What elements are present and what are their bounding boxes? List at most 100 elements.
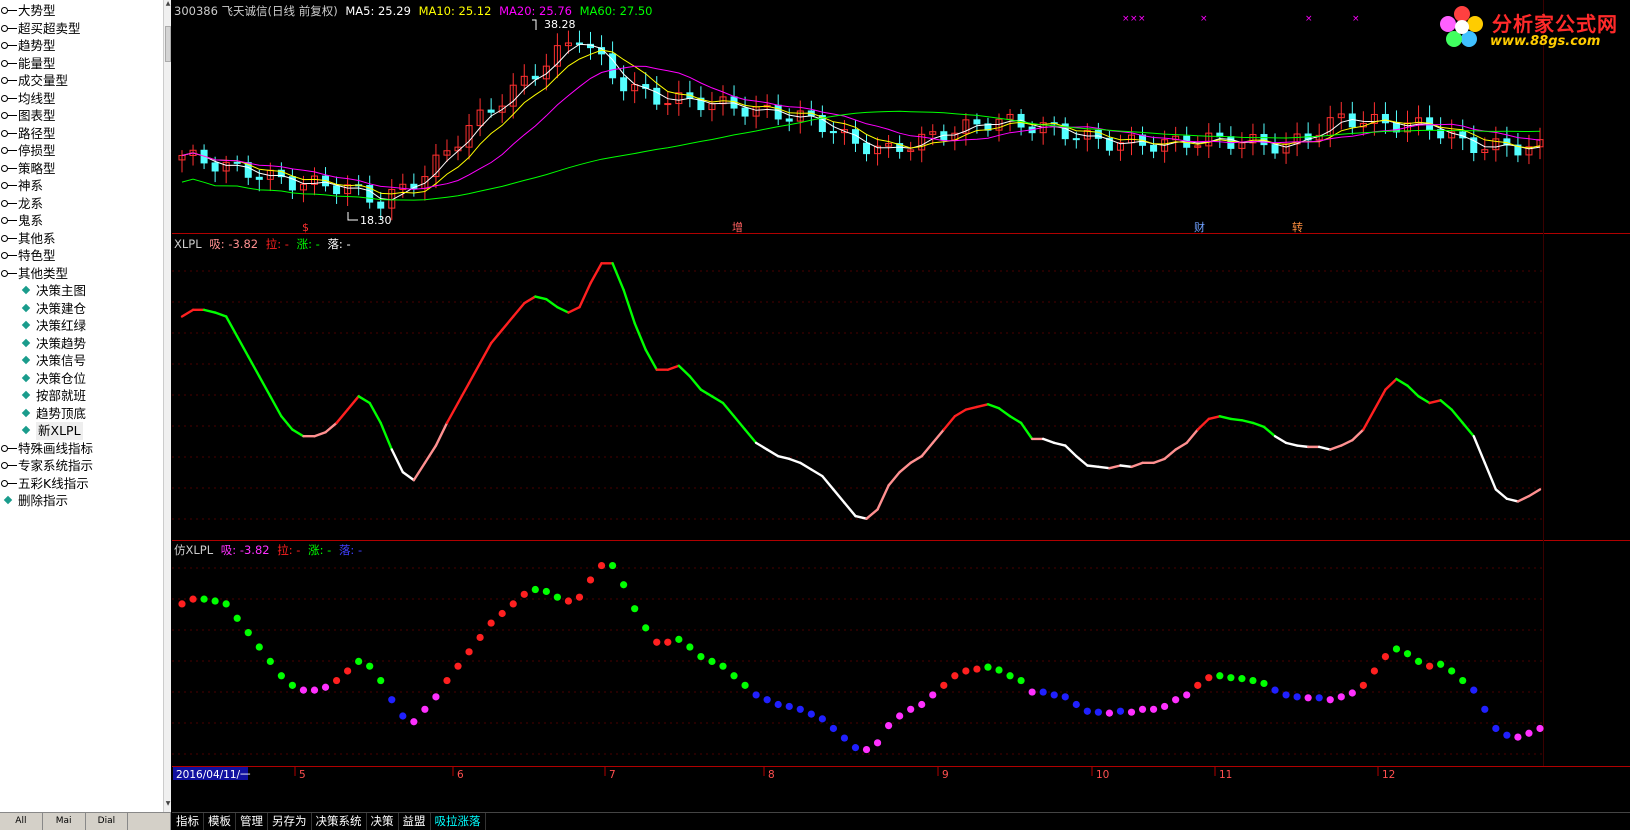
folder-node-icon	[0, 107, 18, 124]
fxlpl-dot	[410, 718, 418, 726]
candle-body	[741, 107, 749, 117]
tree-item-21[interactable]: 决策仓位	[0, 370, 160, 388]
tab-template[interactable]: 模板	[204, 813, 236, 830]
tree-item-9[interactable]: 策略型	[0, 160, 160, 178]
tree-scrollbar[interactable]: ▲ ▼	[163, 0, 171, 812]
tree-item-12[interactable]: 鬼系	[0, 212, 160, 230]
tree-item-label: 能量型	[18, 55, 56, 71]
tree-item-23[interactable]: 趋势顶底	[0, 405, 160, 423]
tree-item-7[interactable]: 路径型	[0, 125, 160, 143]
tree-item-label: 神系	[18, 178, 44, 193]
candle-body	[653, 87, 661, 105]
fxlpl-dot	[1194, 681, 1202, 689]
fxlpl-dot	[1039, 688, 1047, 696]
tree-item-8[interactable]: 停损型	[0, 142, 160, 160]
tree-item-27[interactable]: 五彩K线指示	[0, 475, 160, 493]
chart-area[interactable]: 38.28 18.30 $ 增财转 × × × × × × 2016/04/11/一 5 6 7 8 9 10 1…	[172, 0, 1630, 830]
tree-item-24[interactable]: 新XLPL	[0, 422, 160, 440]
tab-yimeng[interactable]: 益盟	[399, 813, 431, 830]
xlpl-luo: 落: -	[327, 237, 351, 251]
tree-item-1[interactable]: 超买超卖型	[0, 20, 160, 38]
scroll-thumb[interactable]	[165, 26, 171, 62]
xlpl-segment	[258, 375, 272, 398]
tab-decision[interactable]: 决策	[367, 813, 399, 830]
tree-item-5[interactable]: 均线型	[0, 90, 160, 108]
fxlpl-dot	[366, 662, 374, 670]
tree-item-2[interactable]: 趋势型	[0, 37, 160, 55]
fxlpl-dot	[1282, 691, 1290, 699]
tree-item-26[interactable]: 专家系统指示	[0, 457, 160, 475]
tab-xlpl[interactable]: 吸拉涨落	[431, 813, 486, 830]
xlpl-segment	[534, 295, 548, 301]
tree-item-14[interactable]: 特色型	[0, 247, 160, 265]
fxlpl-dot	[951, 672, 959, 680]
tab-decision-system[interactable]: 决策系统	[312, 813, 367, 830]
tree-item-16[interactable]: 决策主图	[0, 282, 160, 300]
xlpl-segment	[545, 298, 559, 309]
tab-indicator[interactable]: 指标	[172, 813, 204, 830]
tree-item-label: 决策主图	[36, 283, 87, 298]
scroll-down-icon[interactable]: ▼	[164, 800, 172, 812]
tree-item-4[interactable]: 成交量型	[0, 72, 160, 90]
tree-item-17[interactable]: 决策建仓	[0, 300, 160, 318]
fxlpl-dot	[344, 667, 352, 675]
fxlpl-dot	[1326, 696, 1334, 704]
tree-item-20[interactable]: 决策信号	[0, 352, 160, 370]
xlpl-segment	[1494, 488, 1509, 500]
tree-item-0[interactable]: 大势型	[0, 2, 160, 20]
fxlpl-dot	[995, 666, 1003, 674]
tree-item-label: 成交量型	[18, 73, 69, 88]
tree-tab-extra[interactable]	[128, 813, 171, 830]
formula-diamond-icon	[18, 405, 36, 422]
tree-item-label: 决策建仓	[36, 300, 87, 316]
ma10-label: MA10: 25.12	[418, 4, 492, 18]
tree-item-25[interactable]: 特殊画线指标	[0, 440, 160, 458]
folder-node-icon	[0, 20, 18, 37]
folder-node-icon	[0, 160, 18, 177]
xlpl-name: XLPL	[174, 237, 202, 251]
xlpl-segment	[887, 470, 901, 487]
tab-save-as[interactable]: 另存为	[268, 813, 312, 830]
tree-tab-mai[interactable]: Mai	[43, 813, 86, 830]
xlpl-segment	[920, 441, 934, 458]
xlpl-segment	[754, 441, 769, 451]
scroll-up-icon[interactable]: ▲	[164, 0, 172, 12]
tree-item-label: 图表型	[18, 108, 56, 123]
fxlpl-dot	[1216, 672, 1224, 680]
xlpl-segment	[644, 348, 658, 371]
tree-tab-dial[interactable]: Dial	[86, 813, 129, 830]
xlpl-segment	[368, 401, 382, 425]
fxlpl-dot	[1437, 660, 1445, 668]
xlpl-segment	[1273, 435, 1288, 445]
tree-item-22[interactable]: 按部就班	[0, 387, 160, 405]
ma5-label: MA5: 25.29	[345, 4, 411, 18]
fxlpl-dot	[675, 635, 683, 643]
fxlpl-dot	[597, 561, 606, 570]
fxlpl-dot	[432, 693, 440, 701]
xlpl-segment	[1240, 419, 1255, 425]
tree-item-6[interactable]: 图表型	[0, 107, 160, 125]
tree-item-11[interactable]: 龙系	[0, 195, 160, 213]
fxlpl-legend: 仿XLPL 吸: -3.82 拉: - 涨: - 落: -	[174, 542, 366, 558]
ma60-label: MA60: 27.50	[579, 4, 653, 18]
tree-item-10[interactable]: 神系	[0, 177, 160, 195]
tree-item-19[interactable]: 决策趋势	[0, 335, 160, 353]
tree-item-18[interactable]: 决策红绿	[0, 317, 160, 335]
tree-item-3[interactable]: 能量型	[0, 55, 160, 73]
tree-item-15[interactable]: 其他类型	[0, 265, 160, 283]
fxlpl-dot	[1414, 657, 1423, 665]
tree-tab-all[interactable]: All	[0, 813, 43, 830]
fxlpl-dot	[487, 619, 495, 627]
fxlpl-dot	[1227, 674, 1235, 682]
tree-item-label: 专家系统指示	[18, 458, 94, 473]
chart-canvas[interactable]: 38.2818.30$ 增财转× × × × × ×2016/04/11/一 5 6 7 8 9 10 1…	[172, 0, 1630, 812]
xlpl-segment	[401, 470, 416, 482]
xlpl-segment	[202, 308, 217, 314]
tree-item-28[interactable]: 删除指示	[0, 492, 160, 510]
xlpl-segment	[478, 341, 493, 365]
fxlpl-dot	[388, 696, 396, 704]
tree-item-label: 趋势型	[18, 38, 56, 53]
fxlpl-dot	[862, 745, 871, 754]
tree-item-13[interactable]: 其他系	[0, 230, 160, 248]
tab-manage[interactable]: 管理	[236, 813, 268, 830]
